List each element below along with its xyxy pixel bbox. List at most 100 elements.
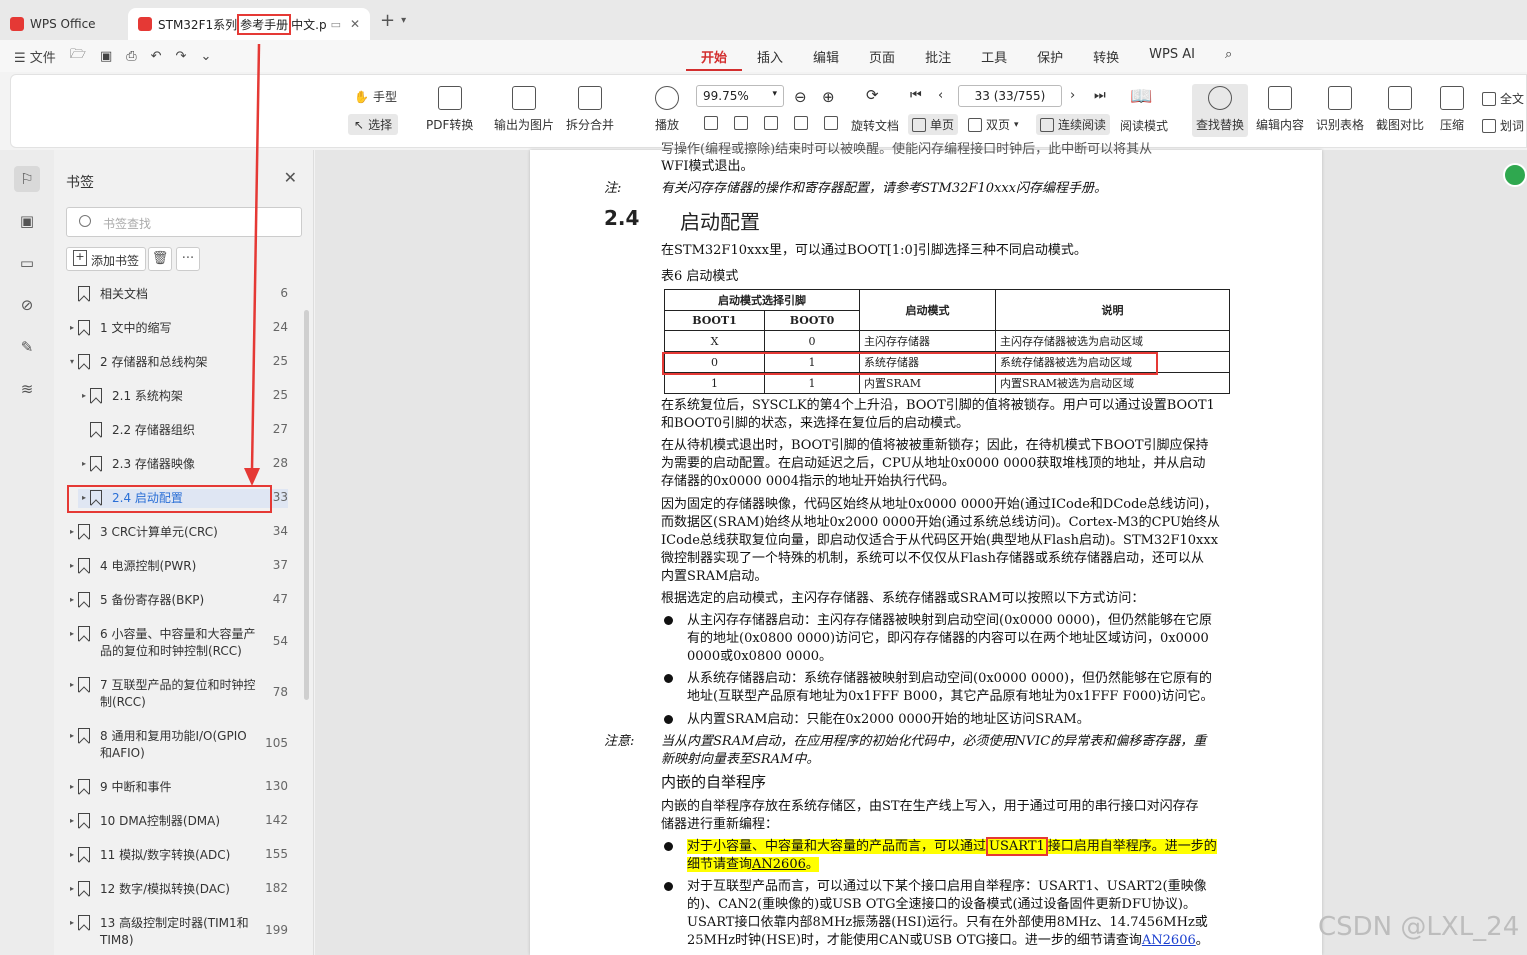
bookmark-item[interactable]: ▸ 1 文中的缩写 24 xyxy=(66,319,288,338)
rotate-doc-button[interactable]: 旋转文档 xyxy=(851,117,899,134)
bookmark-item[interactable]: ▸ 2.1 系统构架 25 xyxy=(78,387,288,406)
rotate-left-icon[interactable] xyxy=(794,116,808,130)
rotate-doc-icon[interactable]: ⟳ xyxy=(866,86,879,104)
menu-page[interactable]: 页面 xyxy=(854,47,910,71)
bookmark-item[interactable]: ▸ 11 模拟/数字转换(ADC) 155 xyxy=(66,846,288,865)
crop-icon[interactable] xyxy=(764,116,778,130)
export-image-button[interactable]: 输出为图片 xyxy=(494,86,554,133)
fulltext-button[interactable]: 全文 xyxy=(1482,90,1524,107)
underline-button[interactable]: 划词 xyxy=(1482,117,1524,134)
menu-insert[interactable]: 插入 xyxy=(742,47,798,71)
expand-arrow-icon[interactable]: ▸ xyxy=(66,881,78,893)
bookmark-item[interactable]: ▸ 3 CRC计算单元(CRC) 34 xyxy=(66,523,288,542)
tab-wps-office[interactable]: WPS Office xyxy=(0,8,126,40)
expand-arrow-icon[interactable]: ▸ xyxy=(66,626,78,638)
layers-icon[interactable]: ≋ xyxy=(14,376,40,402)
more-options-icon[interactable]: ··· xyxy=(176,247,200,271)
menu-protect[interactable]: 保护 xyxy=(1022,47,1078,71)
double-page-button[interactable]: 双页 ▾ xyxy=(968,116,1019,133)
save-icon[interactable]: ▣ xyxy=(100,49,112,64)
expand-arrow-icon[interactable]: ▸ xyxy=(78,456,90,468)
zoom-in-icon[interactable]: ⊕ xyxy=(822,88,835,106)
bookmark-item[interactable]: ▸ 4 电源控制(PWR) 37 xyxy=(66,557,288,576)
expand-arrow-icon[interactable]: ▾ xyxy=(66,354,78,366)
open-icon[interactable]: 🗁 xyxy=(70,45,86,67)
close-icon[interactable]: ✕ xyxy=(284,168,297,187)
bookmark-item[interactable]: ▸ 10 DMA控制器(DMA) 142 xyxy=(66,812,288,831)
redo-icon[interactable]: ↷ xyxy=(176,49,187,64)
edit-content-button[interactable]: 编辑内容 xyxy=(1256,86,1304,133)
tab-document[interactable]: STM32F1系列 参考手册 中文.p ▭ ✕ xyxy=(128,8,370,40)
search-icon[interactable]: ⌕ xyxy=(1210,47,1247,71)
bookmark-item[interactable]: ▸ 6 小容量、中容量和大容量产品的复位和时钟控制(RCC) 54 xyxy=(66,625,288,661)
bookmark-item[interactable]: ▸ 12 数字/模拟转换(DAC) 182 xyxy=(66,880,288,899)
pdf-convert-button[interactable]: PDF转换 xyxy=(426,86,473,133)
bookmark-icon[interactable]: ⚐ xyxy=(14,166,40,192)
play-button[interactable]: 播放 xyxy=(655,86,679,133)
add-bookmark-button[interactable]: 添加书签 xyxy=(66,247,147,271)
new-tab-icon[interactable]: + xyxy=(380,10,395,31)
bookmark-item[interactable]: ▸ 2.3 存储器映像 28 xyxy=(78,455,288,474)
table-recognize-button[interactable]: 识别表格 xyxy=(1316,86,1364,133)
bookmark-item[interactable]: 相关文档 6 xyxy=(66,285,288,304)
expand-arrow-icon[interactable]: ▸ xyxy=(66,592,78,604)
expand-arrow-icon[interactable]: ▸ xyxy=(66,779,78,791)
last-page-icon[interactable]: ⏭ xyxy=(1094,88,1106,103)
first-page-icon[interactable]: ⏮ xyxy=(910,88,922,103)
find-replace-button[interactable]: 查找替换 xyxy=(1192,84,1249,137)
expand-arrow-icon[interactable]: ▸ xyxy=(66,677,78,689)
scrollbar[interactable] xyxy=(304,310,309,700)
zoom-out-icon[interactable]: ⊖ xyxy=(794,88,807,106)
chevron-down-icon[interactable]: ▾ xyxy=(401,15,406,26)
monitor-icon[interactable]: ▭ xyxy=(331,18,341,31)
print-icon[interactable]: ⎙ xyxy=(126,49,136,64)
rotate-right-icon[interactable] xyxy=(824,116,838,130)
single-page-button[interactable]: 单页 xyxy=(908,114,959,135)
compress-button[interactable]: 压缩 xyxy=(1440,86,1464,133)
expand-arrow-icon[interactable]: ▸ xyxy=(66,847,78,859)
prev-page-icon[interactable]: ‹ xyxy=(938,88,943,103)
close-tab-icon[interactable]: ✕ xyxy=(350,17,360,31)
fit-width-icon[interactable] xyxy=(734,116,748,130)
expand-arrow-icon[interactable]: ▸ xyxy=(78,388,90,400)
menu-tools[interactable]: 工具 xyxy=(966,47,1022,71)
bookmark-item[interactable]: ▾ 2 存储器和总线构架 25 xyxy=(66,353,288,372)
fit-icon[interactable] xyxy=(704,116,718,130)
expand-arrow-icon[interactable]: ▸ xyxy=(66,813,78,825)
book-icon[interactable]: 📖 xyxy=(1130,86,1152,107)
delete-icon[interactable]: 🗑 xyxy=(148,247,172,271)
zoom-select[interactable]: 99.75% ▾ xyxy=(696,85,784,107)
more-icon[interactable]: ⌄ xyxy=(200,49,211,64)
thumbnail-icon[interactable]: ▣ xyxy=(14,208,40,234)
menu-convert[interactable]: 转换 xyxy=(1078,47,1134,71)
an2606-link[interactable]: AN2606 xyxy=(1142,933,1196,948)
select-tool-button[interactable]: ↖ 选择 xyxy=(348,114,399,135)
expand-arrow-icon[interactable]: ▸ xyxy=(66,728,78,740)
file-menu[interactable]: ☰ 文件 xyxy=(14,47,56,66)
bookmark-item[interactable]: ▸ 9 中断和事件 130 xyxy=(66,778,288,797)
bookmark-item[interactable]: ▸ 8 通用和复用功能I/O(GPIO和AFIO) 105 xyxy=(66,727,288,763)
menu-annotate[interactable]: 批注 xyxy=(910,47,966,71)
expand-arrow-icon[interactable]: ▸ xyxy=(66,558,78,570)
expand-arrow-icon[interactable]: ▸ xyxy=(66,524,78,536)
bookmark-item[interactable]: ▸ 13 高级控制定时器(TIM1和TIM8) 199 xyxy=(66,914,288,950)
floating-table-icon[interactable] xyxy=(1503,163,1527,187)
comment-icon[interactable]: ▭ xyxy=(14,250,40,276)
continuous-read-button[interactable]: 连续阅读 xyxy=(1036,114,1111,135)
screenshot-compare-button[interactable]: 截图对比 xyxy=(1376,86,1424,133)
bookmark-item[interactable]: ▸ 5 备份寄存器(BKP) 47 xyxy=(66,591,288,610)
signature-icon[interactable]: ✎ xyxy=(14,334,40,360)
bookmark-search-input[interactable]: 书签查找 xyxy=(66,207,302,237)
read-mode-button[interactable]: 阅读模式 xyxy=(1120,117,1168,134)
hand-tool-button[interactable]: ✋ 手型 xyxy=(354,88,397,105)
split-merge-button[interactable]: 拆分合并 xyxy=(566,86,614,133)
attachment-icon[interactable]: ⊘ xyxy=(14,292,40,318)
expand-arrow-icon[interactable]: ▸ xyxy=(66,320,78,332)
expand-arrow-icon[interactable]: ▸ xyxy=(66,915,78,927)
menu-wps-ai[interactable]: WPS AI xyxy=(1134,47,1210,71)
page-number-input[interactable]: 33 (33/755) xyxy=(958,85,1062,107)
menu-home[interactable]: 开始 xyxy=(686,47,743,71)
an2606-link[interactable]: AN2606 xyxy=(752,857,806,872)
next-page-icon[interactable]: › xyxy=(1070,88,1075,103)
undo-icon[interactable]: ↶ xyxy=(151,49,162,64)
